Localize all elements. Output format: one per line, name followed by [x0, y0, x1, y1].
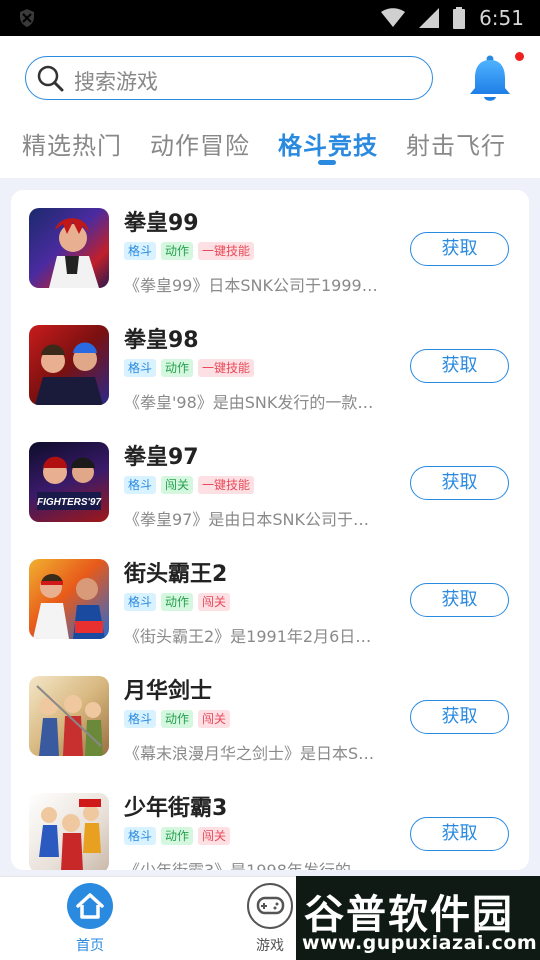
game-tags: 格斗 闯关 一键技能	[124, 476, 255, 494]
game-thumbnail	[29, 325, 109, 405]
game-tags: 格斗 动作 闯关	[124, 593, 231, 611]
game-description: 《少年街霸3》是1998年发行的…	[124, 857, 382, 870]
game-list: 拳皇99 格斗 动作 一键技能 《拳皇99》日本SNK公司于1999… 获取 拳…	[11, 190, 529, 870]
tab-fighting[interactable]: 格斗竞技	[278, 126, 378, 165]
get-button[interactable]: 获取	[410, 583, 509, 617]
tab-label: 格斗竞技	[278, 132, 378, 160]
tag: 闯关	[161, 476, 194, 494]
game-list-item[interactable]: FIGHTERS'97 拳皇97 格斗 闯关 一键技能 《拳皇97》是由日本SN…	[11, 424, 529, 541]
notification-button[interactable]	[467, 52, 524, 104]
get-button[interactable]: 获取	[410, 232, 509, 266]
game-title: 少年街霸3	[124, 796, 228, 821]
tag: 动作	[161, 359, 194, 377]
game-tags: 格斗 动作 闯关	[124, 827, 231, 845]
get-button[interactable]: 获取	[410, 817, 509, 851]
tag: 动作	[161, 593, 194, 611]
tag: 闯关	[198, 710, 231, 728]
category-tabs: 精选热门 动作冒险 格斗竞技 射击飞行	[0, 124, 540, 168]
search-icon	[37, 65, 64, 92]
game-list-item[interactable]: 街头霸王2 格斗 动作 闯关 《街头霸王2》是1991年2月6日… 获取	[11, 541, 529, 658]
game-list-item[interactable]: 月华剑士 格斗 动作 闯关 《幕末浪漫月华之剑士》是日本S… 获取	[11, 658, 529, 775]
game-title: 拳皇99	[124, 211, 199, 236]
gamepad-icon	[247, 883, 293, 929]
game-description: 《拳皇97》是由日本SNK公司于…	[124, 510, 369, 529]
game-title: 月华剑士	[124, 679, 213, 704]
tab-shooting-flying[interactable]: 射击飞行	[406, 126, 506, 161]
header: 搜索游戏 精选热门 动作冒险 格斗竞技 射击飞行	[0, 36, 540, 178]
game-tags: 格斗 动作 一键技能	[124, 242, 255, 260]
game-description: 《街头霸王2》是1991年2月6日…	[124, 627, 372, 646]
tag: 格斗	[124, 710, 157, 728]
nav-home-label: 首页	[76, 938, 104, 954]
game-description: 《拳皇'98》是由SNK发行的一款…	[124, 393, 374, 412]
svg-text:FIGHTERS'97: FIGHTERS'97	[37, 497, 101, 508]
tag: 一键技能	[198, 476, 255, 494]
battery-icon	[453, 7, 466, 29]
game-list-item[interactable]: 拳皇99 格斗 动作 一键技能 《拳皇99》日本SNK公司于1999… 获取	[11, 190, 529, 307]
notification-dot	[515, 52, 524, 61]
active-tab-indicator	[318, 160, 336, 165]
tab-label: 动作冒险	[150, 132, 250, 160]
game-list-item[interactable]: 少年街霸3 格斗 动作 闯关 《少年街霸3》是1998年发行的… 获取	[11, 775, 529, 870]
tag: 一键技能	[198, 242, 255, 260]
get-button[interactable]: 获取	[410, 466, 509, 500]
watermark: 谷普软件园 www.gupuxiazai.com	[296, 876, 540, 960]
tag: 格斗	[124, 359, 157, 377]
tag: 格斗	[124, 593, 157, 611]
tag: 闯关	[198, 827, 231, 845]
watermark-url: www.gupuxiazai.com	[302, 932, 538, 954]
game-thumbnail	[29, 793, 109, 870]
game-tags: 格斗 动作 闯关	[124, 710, 231, 728]
get-button[interactable]: 获取	[410, 349, 509, 383]
shield-icon	[20, 9, 34, 27]
game-title: 拳皇98	[124, 328, 199, 353]
wifi-icon	[381, 8, 406, 27]
game-thumbnail: FIGHTERS'97	[29, 442, 109, 522]
game-title: 街头霸王2	[124, 562, 228, 587]
game-thumbnail	[29, 676, 109, 756]
tag: 格斗	[124, 242, 157, 260]
game-list-item[interactable]: 拳皇98 格斗 动作 一键技能 《拳皇'98》是由SNK发行的一款… 获取	[11, 307, 529, 424]
search-placeholder: 搜索游戏	[74, 70, 158, 94]
tab-action-adventure[interactable]: 动作冒险	[150, 126, 250, 161]
tab-label: 精选热门	[22, 132, 122, 160]
cellular-signal-icon	[419, 8, 440, 28]
game-tags: 格斗 动作 一键技能	[124, 359, 255, 377]
tab-featured[interactable]: 精选热门	[22, 126, 122, 161]
tab-label: 射击飞行	[406, 132, 506, 160]
game-thumbnail	[29, 208, 109, 288]
nav-home[interactable]: 首页	[50, 883, 130, 959]
search-input[interactable]: 搜索游戏	[25, 56, 433, 100]
tag: 动作	[161, 827, 194, 845]
tag: 动作	[161, 242, 194, 260]
status-bar: 6:51	[0, 0, 540, 36]
game-thumbnail	[29, 559, 109, 639]
tag: 闯关	[198, 593, 231, 611]
game-title: 拳皇97	[124, 445, 199, 470]
game-description: 《拳皇99》日本SNK公司于1999…	[124, 276, 378, 295]
tag: 一键技能	[198, 359, 255, 377]
tag: 动作	[161, 710, 194, 728]
get-button[interactable]: 获取	[410, 700, 509, 734]
tag: 格斗	[124, 827, 157, 845]
home-icon	[67, 883, 113, 929]
game-description: 《幕末浪漫月华之剑士》是日本S…	[124, 744, 375, 763]
status-time: 6:51	[479, 6, 524, 30]
bell-icon	[470, 55, 510, 101]
tag: 格斗	[124, 476, 157, 494]
